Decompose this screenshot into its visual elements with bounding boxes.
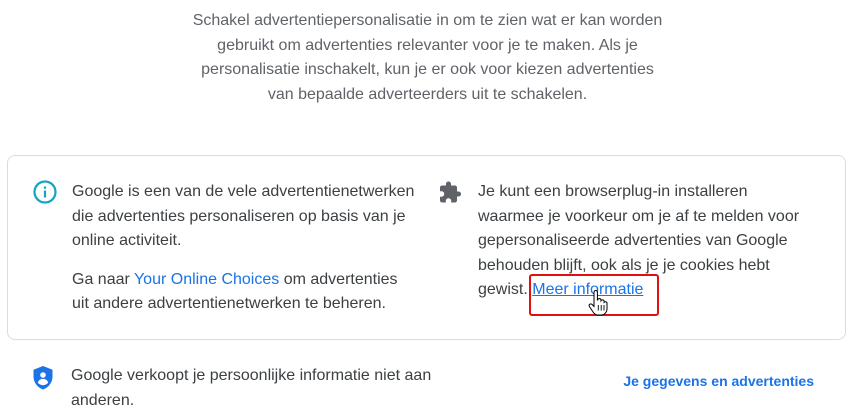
plugin-line: gepersonaliseerde advertenties van Googl… [478, 229, 799, 254]
intro-line: Schakel advertentiepersonalisatie in om … [0, 9, 855, 34]
ad-networks-line: die advertenties personaliseren op basis… [72, 205, 414, 230]
intro-line: gebruikt om advertenties relevanter voor… [0, 34, 855, 59]
plugin-line: Je kunt een browserplug-in installeren [478, 180, 799, 205]
plugin-line: behouden blijft, ook als je je cookies h… [478, 254, 799, 279]
ad-networks-line: online activiteit. [72, 229, 414, 254]
data-sales-row: Google verkoopt je persoonlijke informat… [0, 360, 855, 410]
intro-line: van bepaalde adverteerders uit te schake… [0, 83, 855, 108]
ad-networks-card: Google is een van de vele advertentienet… [7, 155, 846, 340]
online-choices-suffix: om advertenties [279, 271, 397, 288]
intro-text: Schakel advertentiepersonalisatie in om … [0, 9, 855, 107]
plugin-last-line: gewist. Meer informatie [478, 278, 799, 303]
online-choices-line-2: uit andere advertentienetwerken te beher… [72, 292, 414, 317]
your-online-choices-link[interactable]: Your Online Choices [134, 271, 279, 288]
ad-networks-text: Google is een van de vele advertentienet… [72, 180, 414, 317]
meer-informatie-link[interactable]: Meer informatie [532, 281, 643, 298]
ad-networks-line: Google is een van de vele advertentienet… [72, 180, 414, 205]
data-and-ads-link[interactable]: Je gegevens en advertenties [623, 373, 814, 389]
shield-person-icon [32, 365, 54, 391]
browser-plugin-text: Je kunt een browserplug-in installeren w… [478, 180, 799, 303]
data-sales-text: Google verkoopt je persoonlijke informat… [71, 364, 431, 413]
online-choices-prefix: Ga naar [72, 271, 134, 288]
online-choices-line: Ga naar Your Online Choices om advertent… [72, 268, 414, 293]
intro-line: personalisatie inschakelt, kun je er ook… [0, 58, 855, 83]
plugin-line: waarmee je voorkeur om je af te melden v… [478, 205, 799, 230]
plugin-last-prefix: gewist. [478, 281, 532, 298]
puzzle-piece-icon [438, 180, 464, 206]
info-icon [32, 180, 58, 206]
data-sales-line: Google verkoopt je persoonlijke informat… [71, 364, 431, 389]
data-sales-line: anderen. [71, 389, 431, 413]
